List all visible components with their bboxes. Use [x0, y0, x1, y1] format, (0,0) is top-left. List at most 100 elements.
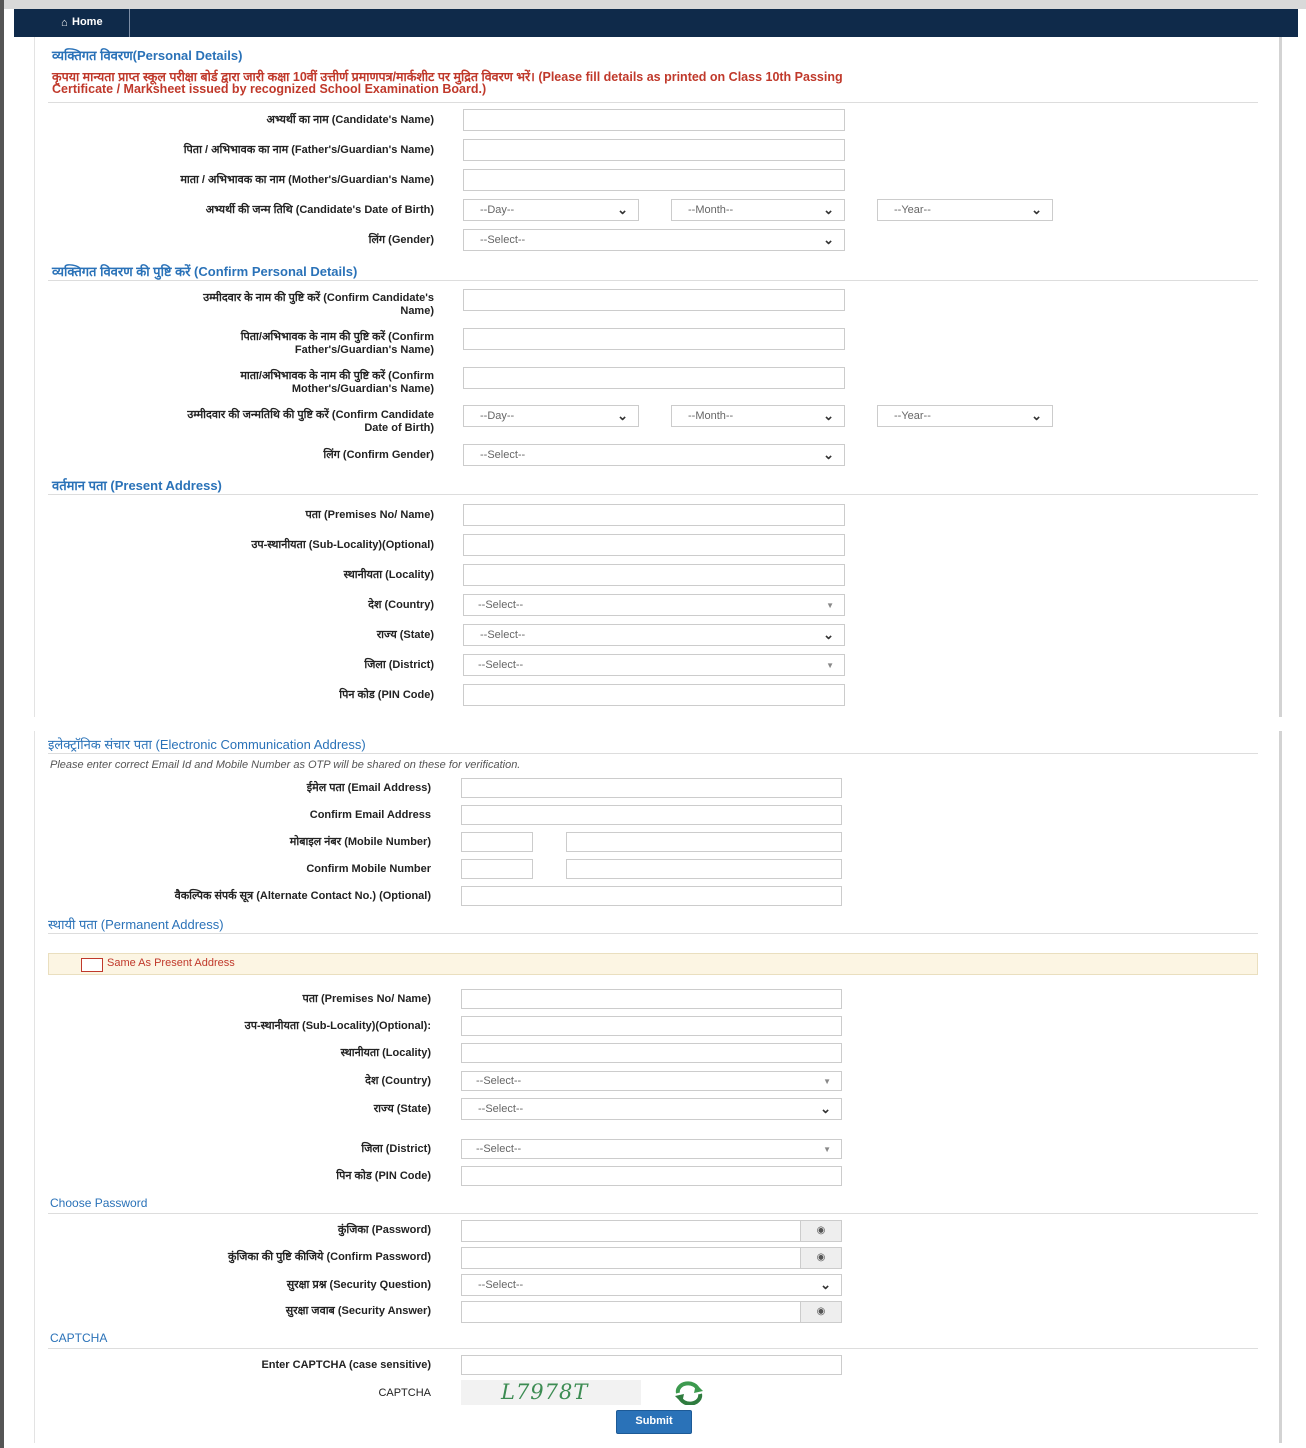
permanent-locality-input[interactable]: [461, 1043, 842, 1063]
confirm-father-input[interactable]: [463, 328, 845, 350]
permanent-sublocality-input[interactable]: [461, 1016, 842, 1036]
father-name-label: पिता / अभिभावक का नाम (Father's/Guardian…: [183, 144, 434, 156]
dob-year-select[interactable]: --Year-- ⌄: [877, 199, 1053, 221]
confirm-dob-label: उम्मीदवार की जन्मतिथि की पुष्टि करें (Co…: [40, 409, 434, 435]
personal-details-title: व्यक्तिगत विवरण(Personal Details): [52, 48, 243, 63]
confirm-mother-label-line1: माता/अभिभावक के नाम की पुष्टि करें (Conf…: [240, 370, 434, 382]
present-district-label: जिला (District): [364, 659, 434, 671]
confirm-password-label: कुंजिका की पुष्टि कीजिये (Confirm Passwo…: [228, 1251, 431, 1263]
chevron-down-icon: ▼: [823, 1077, 831, 1086]
permanent-pin-label: पिन कोड (PIN Code): [336, 1170, 431, 1182]
chevron-down-icon: ⌄: [823, 627, 834, 642]
divider: [48, 494, 1258, 495]
dob-day-select[interactable]: --Day-- ⌄: [463, 199, 639, 221]
captcha-text: L7978T: [501, 1380, 589, 1404]
present-sublocality-input[interactable]: [463, 534, 845, 556]
permanent-state-label: राज्य (State): [373, 1103, 431, 1115]
refresh-icon[interactable]: [672, 1381, 706, 1406]
eye-icon[interactable]: ◉: [800, 1248, 841, 1268]
electronic-address-title: इलेक्ट्रॉनिक संचार पता (Electronic Commu…: [48, 737, 366, 752]
home-label: Home: [72, 16, 103, 28]
mobile-number-input[interactable]: [566, 832, 842, 852]
permanent-premises-label: पता (Premises No/ Name): [302, 993, 431, 1005]
window-top-border: [0, 0, 1306, 9]
security-question-value: --Select--: [478, 1279, 524, 1291]
chevron-down-icon: ⌄: [823, 202, 834, 217]
gender-select[interactable]: --Select-- ⌄: [463, 229, 845, 251]
permanent-locality-label: स्थानीयता (Locality): [340, 1047, 431, 1059]
dob-month-value: --Month--: [688, 204, 734, 216]
alternate-contact-input[interactable]: [461, 886, 842, 906]
divider: [48, 102, 1258, 103]
present-pin-input[interactable]: [463, 684, 845, 706]
chevron-down-icon: ⌄: [1031, 202, 1042, 217]
confirm-name-input[interactable]: [463, 289, 845, 311]
same-as-present-checkbox[interactable]: [81, 958, 103, 972]
present-state-label: राज्य (State): [376, 629, 434, 641]
dob-label: अभ्यर्थी की जन्म तिथि (Candidate's Date …: [205, 204, 434, 216]
confirm-dob-month-select[interactable]: --Month-- ⌄: [671, 405, 845, 427]
chevron-down-icon: ⌄: [823, 447, 834, 462]
home-link[interactable]: ⌂ Home: [14, 9, 130, 37]
password-input[interactable]: ◉: [461, 1220, 842, 1242]
permanent-premises-input[interactable]: [461, 989, 842, 1009]
confirm-dob-year-select[interactable]: --Year-- ⌄: [877, 405, 1053, 427]
password-label: कुंजिका (Password): [337, 1224, 431, 1236]
email-input[interactable]: [461, 778, 842, 798]
security-answer-input[interactable]: ◉: [461, 1301, 842, 1323]
security-question-select[interactable]: --Select-- ⌄: [461, 1274, 842, 1296]
divider: [48, 1348, 1258, 1349]
dob-day-value: --Day--: [480, 204, 515, 216]
home-icon: ⌂: [61, 17, 68, 29]
present-district-select[interactable]: --Select-- ▼: [463, 654, 845, 676]
father-name-input[interactable]: [463, 139, 845, 161]
mother-name-input[interactable]: [463, 169, 845, 191]
present-country-label: देश (Country): [368, 599, 434, 611]
present-district-value: --Select--: [478, 659, 524, 671]
dob-year-value: --Year--: [894, 204, 931, 216]
permanent-district-select[interactable]: --Select-- ▼: [461, 1139, 842, 1159]
dob-month-select[interactable]: --Month-- ⌄: [671, 199, 845, 221]
present-country-select[interactable]: --Select-- ▼: [463, 594, 845, 616]
mobile-label: मोबाइल नंबर (Mobile Number): [289, 836, 431, 848]
mobile-country-code-input[interactable]: [461, 832, 533, 852]
eye-icon[interactable]: ◉: [800, 1221, 841, 1241]
present-premises-input[interactable]: [463, 504, 845, 526]
confirm-gender-select[interactable]: --Select-- ⌄: [463, 444, 845, 466]
confirm-dob-day-select[interactable]: --Day-- ⌄: [463, 405, 639, 427]
chevron-down-icon: ⌄: [823, 232, 834, 247]
candidate-name-input[interactable]: [463, 109, 845, 131]
candidate-name-label: अभ्यर्थी का नाम (Candidate's Name): [266, 114, 435, 126]
confirm-mother-input[interactable]: [463, 367, 845, 389]
personal-notice: कृपया मान्यता प्राप्त स्कूल परीक्षा बोर्…: [52, 71, 1252, 96]
present-sublocality-label: उप-स्थानीयता (Sub-Locality)(Optional): [251, 539, 434, 551]
permanent-address-title: स्थायी पता (Permanent Address): [48, 917, 224, 932]
submit-button[interactable]: Submit: [616, 1410, 692, 1434]
present-state-select[interactable]: --Select-- ⌄: [463, 624, 845, 646]
confirm-mobile-country-code-input[interactable]: [461, 859, 533, 879]
permanent-pin-input[interactable]: [461, 1166, 842, 1186]
permanent-state-select[interactable]: --Select-- ⌄: [461, 1098, 842, 1120]
notice-line-2: Certificate / Marksheet issued by recogn…: [52, 82, 487, 96]
eye-icon[interactable]: ◉: [800, 1302, 841, 1322]
present-locality-input[interactable]: [463, 564, 845, 586]
confirm-gender-label: लिंग (Confirm Gender): [323, 449, 434, 461]
confirm-dob-year-value: --Year--: [894, 410, 931, 422]
divider: [48, 933, 1258, 934]
chevron-down-icon: ⌄: [617, 408, 628, 423]
confirm-email-input[interactable]: [461, 805, 842, 825]
confirm-mobile-number-input[interactable]: [566, 859, 842, 879]
chevron-down-icon: ⌄: [820, 1277, 831, 1292]
permanent-state-value: --Select--: [478, 1103, 524, 1115]
confirm-gender-value: --Select--: [480, 449, 526, 461]
confirm-name-label-line1: उम्मीदवार के नाम की पुष्टि करें (Confirm…: [203, 292, 434, 304]
alternate-contact-label: वैकल्पिक संपर्क सूत्र (Alternate Contact…: [174, 890, 431, 902]
otp-hint: Please enter correct Email Id and Mobile…: [50, 759, 521, 771]
captcha-entry-label: Enter CAPTCHA (case sensitive): [261, 1359, 431, 1371]
captcha-input[interactable]: [461, 1355, 842, 1375]
present-state-value: --Select--: [480, 629, 526, 641]
confirm-mother-label: माता/अभिभावक के नाम की पुष्टि करें (Conf…: [40, 370, 434, 396]
confirm-password-input[interactable]: ◉: [461, 1247, 842, 1269]
permanent-country-select[interactable]: --Select-- ▼: [461, 1071, 842, 1091]
same-as-present-row: Same As Present Address: [48, 953, 1258, 975]
